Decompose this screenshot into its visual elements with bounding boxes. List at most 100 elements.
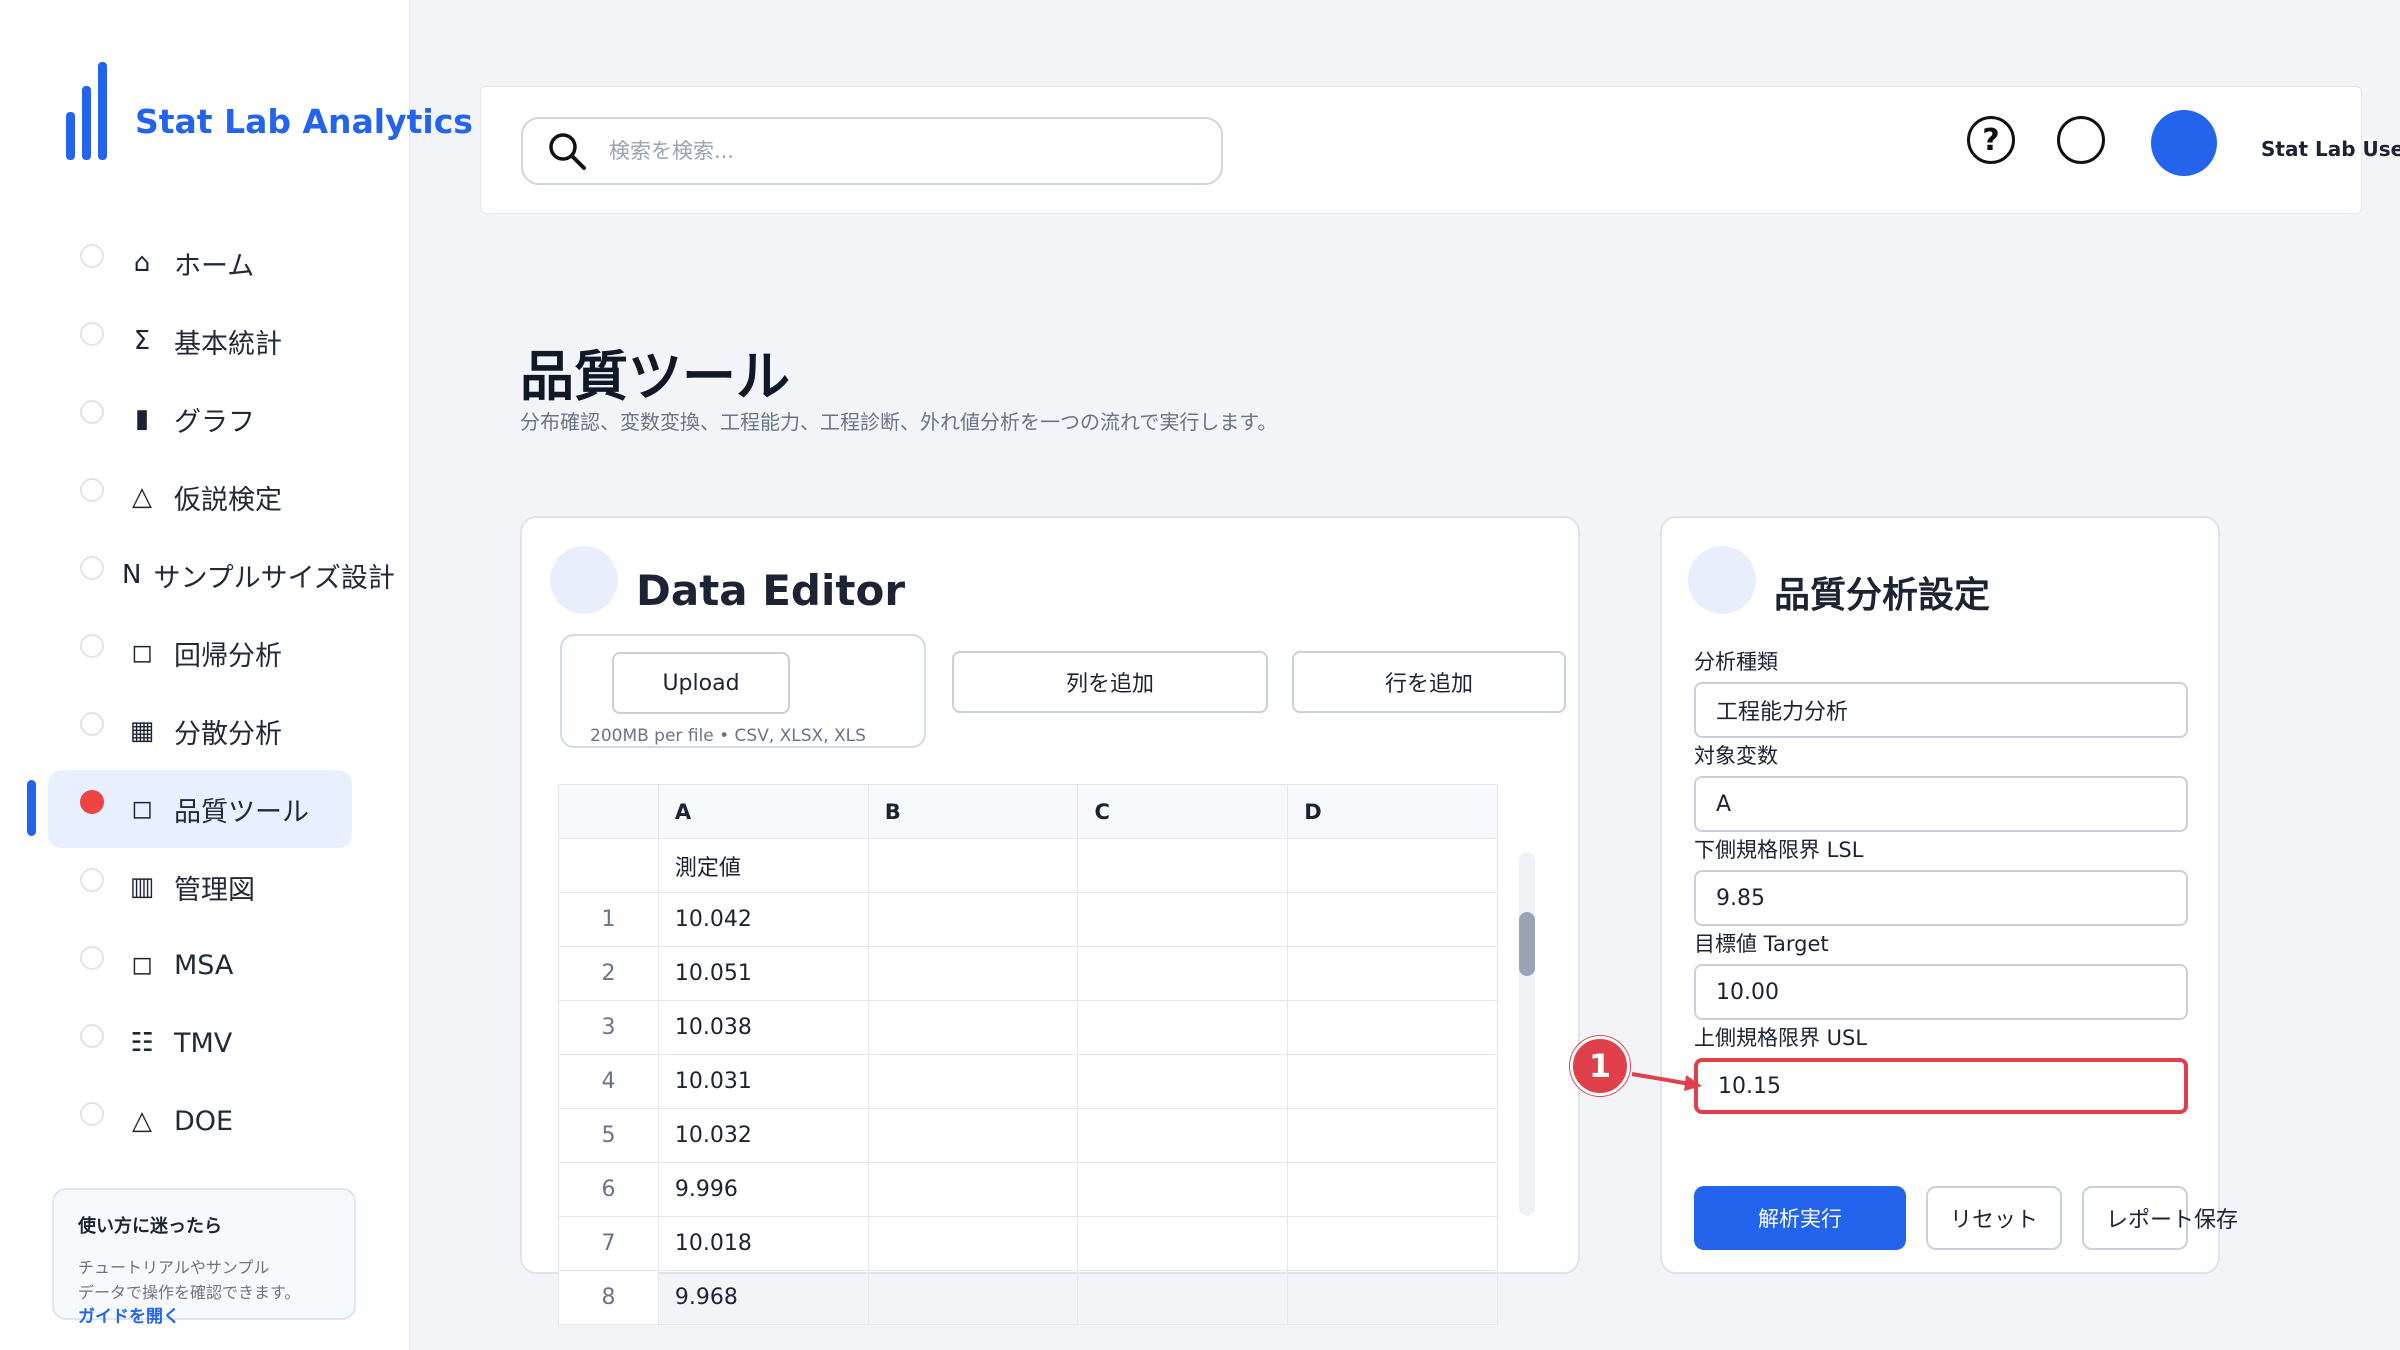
sidebar-item-11[interactable]: △ DOE (48, 1082, 352, 1160)
row-index[interactable]: 4 (558, 1054, 659, 1109)
grid-cell[interactable]: 9.996 (657, 1162, 869, 1217)
grid-cell[interactable]: 10.032 (657, 1108, 869, 1163)
grid-cell[interactable] (1077, 1108, 1289, 1163)
settings-circle-icon[interactable] (2057, 116, 2105, 164)
grid-cell[interactable] (867, 1054, 1079, 1109)
sidebar-item-5[interactable]: ◻ 回帰分析 (48, 614, 352, 692)
grid-cell[interactable]: 10.031 (657, 1054, 869, 1109)
top-bar: ? Stat Lab User (480, 86, 2400, 214)
run-analysis-button[interactable]: 解析実行 (1694, 1186, 1906, 1250)
grid-cell[interactable] (867, 1162, 1079, 1217)
sidebar-item-8[interactable]: ▥ 管理図 (48, 848, 352, 926)
sidebar-item-10[interactable]: ☷ TMV (48, 1004, 352, 1082)
nav-status-dot-icon (80, 322, 104, 346)
grid-cell[interactable]: 測定値 (657, 838, 869, 893)
column-header[interactable]: C (1077, 784, 1289, 839)
grid-cell[interactable]: 9.968 (657, 1270, 869, 1325)
sidebar-item-9[interactable]: ◻ MSA (48, 926, 352, 1004)
search-box[interactable] (521, 117, 1223, 185)
grid-cell[interactable]: 10.042 (657, 892, 869, 947)
page-subtitle: 分布確認、変数変換、工程能力、工程診断、外れ値分析を一つの流れで実行します。 (520, 410, 1278, 434)
nav-item-icon: ◻ (131, 794, 153, 824)
grid-cell[interactable] (1077, 838, 1289, 893)
sidebar-item-4[interactable]: N サンプルサイズ設計 (48, 536, 395, 614)
sidebar-item-0[interactable]: ⌂ ホーム (48, 224, 352, 302)
brand-logo[interactable]: Stat Lab Analytics (66, 62, 473, 160)
sidebar-item-label: サンプルサイズ設計 (153, 562, 395, 594)
grid-cell[interactable] (1077, 946, 1289, 1001)
upload-button[interactable]: Upload (612, 652, 790, 714)
grid-cell[interactable] (867, 1270, 1079, 1325)
row-index[interactable] (558, 838, 659, 893)
save-report-button[interactable]: レポート保存 (2082, 1186, 2238, 1250)
grid-scrollbar-thumb[interactable] (1519, 912, 1535, 976)
row-index[interactable]: 6 (558, 1162, 659, 1217)
grid-cell[interactable] (1287, 946, 1498, 1001)
column-header[interactable]: A (657, 784, 869, 839)
target-variable-select[interactable]: A (1694, 776, 2188, 832)
grid-cell[interactable] (1287, 892, 1498, 947)
grid-cell[interactable] (1077, 1000, 1289, 1055)
grid-corner-cell[interactable] (558, 784, 659, 839)
sidebar-item-2[interactable]: ▮ グラフ (48, 380, 352, 458)
grid-cell[interactable] (1287, 1162, 1498, 1217)
grid-cell[interactable] (867, 838, 1079, 893)
grid-cell[interactable] (1287, 1054, 1498, 1109)
grid-cell[interactable] (867, 1108, 1079, 1163)
sidebar-item-6[interactable]: ▦ 分散分析 (48, 692, 352, 770)
grid-cell[interactable] (1287, 1108, 1498, 1163)
upload-dropzone[interactable]: Upload 200MB per file • CSV, XLSX, XLS (560, 634, 926, 748)
avatar[interactable] (2151, 110, 2217, 176)
row-index[interactable]: 5 (558, 1108, 659, 1163)
usl-input[interactable]: 10.15 (1694, 1058, 2188, 1114)
table-row: 6 9.996 (558, 1162, 1498, 1217)
grid-cell[interactable] (1287, 1216, 1498, 1271)
nav-item-icon: △ (132, 1106, 152, 1136)
reset-button[interactable]: リセット (1926, 1186, 2062, 1250)
sidebar-nav: ⌂ ホーム Σ 基本統計 ▮ グラフ △ 仮説検定 N サンプルサイズ設計 ◻ 回帰分析 ▦ 分散分析 ◻ 品… (48, 224, 410, 1160)
grid-cell[interactable]: 10.051 (657, 946, 869, 1001)
row-index[interactable]: 2 (558, 946, 659, 1001)
grid-cell[interactable] (1287, 838, 1498, 893)
add-row-button[interactable]: 行を追加 (1292, 651, 1566, 713)
grid-cell[interactable] (867, 892, 1079, 947)
row-index[interactable]: 8 (558, 1270, 659, 1325)
search-input[interactable] (609, 139, 1189, 163)
grid-cell[interactable]: 10.018 (657, 1216, 869, 1271)
sidebar-item-7[interactable]: ◻ 品質ツール (48, 770, 352, 848)
grid-header-row: ABCD (558, 784, 1498, 839)
grid-cell[interactable] (1077, 1216, 1289, 1271)
grid-cell[interactable] (867, 946, 1079, 1001)
sidebar-item-label: 分散分析 (174, 718, 282, 750)
grid-cell[interactable] (867, 1216, 1079, 1271)
nav-item-icon: ☷ (130, 1028, 154, 1058)
grid-cell[interactable] (867, 1000, 1079, 1055)
grid-cell[interactable] (1077, 1054, 1289, 1109)
grid-cell[interactable]: 10.038 (657, 1000, 869, 1055)
row-index[interactable]: 1 (558, 892, 659, 947)
column-header[interactable]: B (867, 784, 1079, 839)
grid-cell[interactable] (1287, 1000, 1498, 1055)
grid-cell[interactable] (1077, 1270, 1289, 1325)
add-column-button[interactable]: 列を追加 (952, 651, 1268, 713)
lsl-input[interactable]: 9.85 (1694, 870, 2188, 926)
nav-status-dot-icon (80, 1102, 104, 1126)
data-editor-title: Data Editor (636, 566, 906, 615)
sidebar-item-3[interactable]: △ 仮説検定 (48, 458, 352, 536)
row-index[interactable]: 3 (558, 1000, 659, 1055)
sidebar-item-1[interactable]: Σ 基本統計 (48, 302, 352, 380)
settings-title: 品質分析設定 (1774, 575, 1991, 616)
grid-cell[interactable] (1287, 1270, 1498, 1325)
grid-cell[interactable] (1077, 892, 1289, 947)
help-icon[interactable]: ? (1967, 116, 2015, 164)
user-name[interactable]: Stat Lab User (2261, 137, 2400, 161)
row-index[interactable]: 7 (558, 1216, 659, 1271)
column-header[interactable]: D (1287, 784, 1498, 839)
target-value-input[interactable]: 10.00 (1694, 964, 2188, 1020)
sidebar-item-label: 回帰分析 (174, 640, 282, 672)
grid-cell[interactable] (1077, 1162, 1289, 1217)
analysis-type-select[interactable]: 工程能力分析 (1694, 682, 2188, 738)
grid-scrollbar-track[interactable] (1519, 852, 1535, 1216)
target-value-label: 目標値 Target (1694, 932, 1829, 956)
target-variable-label: 対象変数 (1694, 744, 1778, 768)
